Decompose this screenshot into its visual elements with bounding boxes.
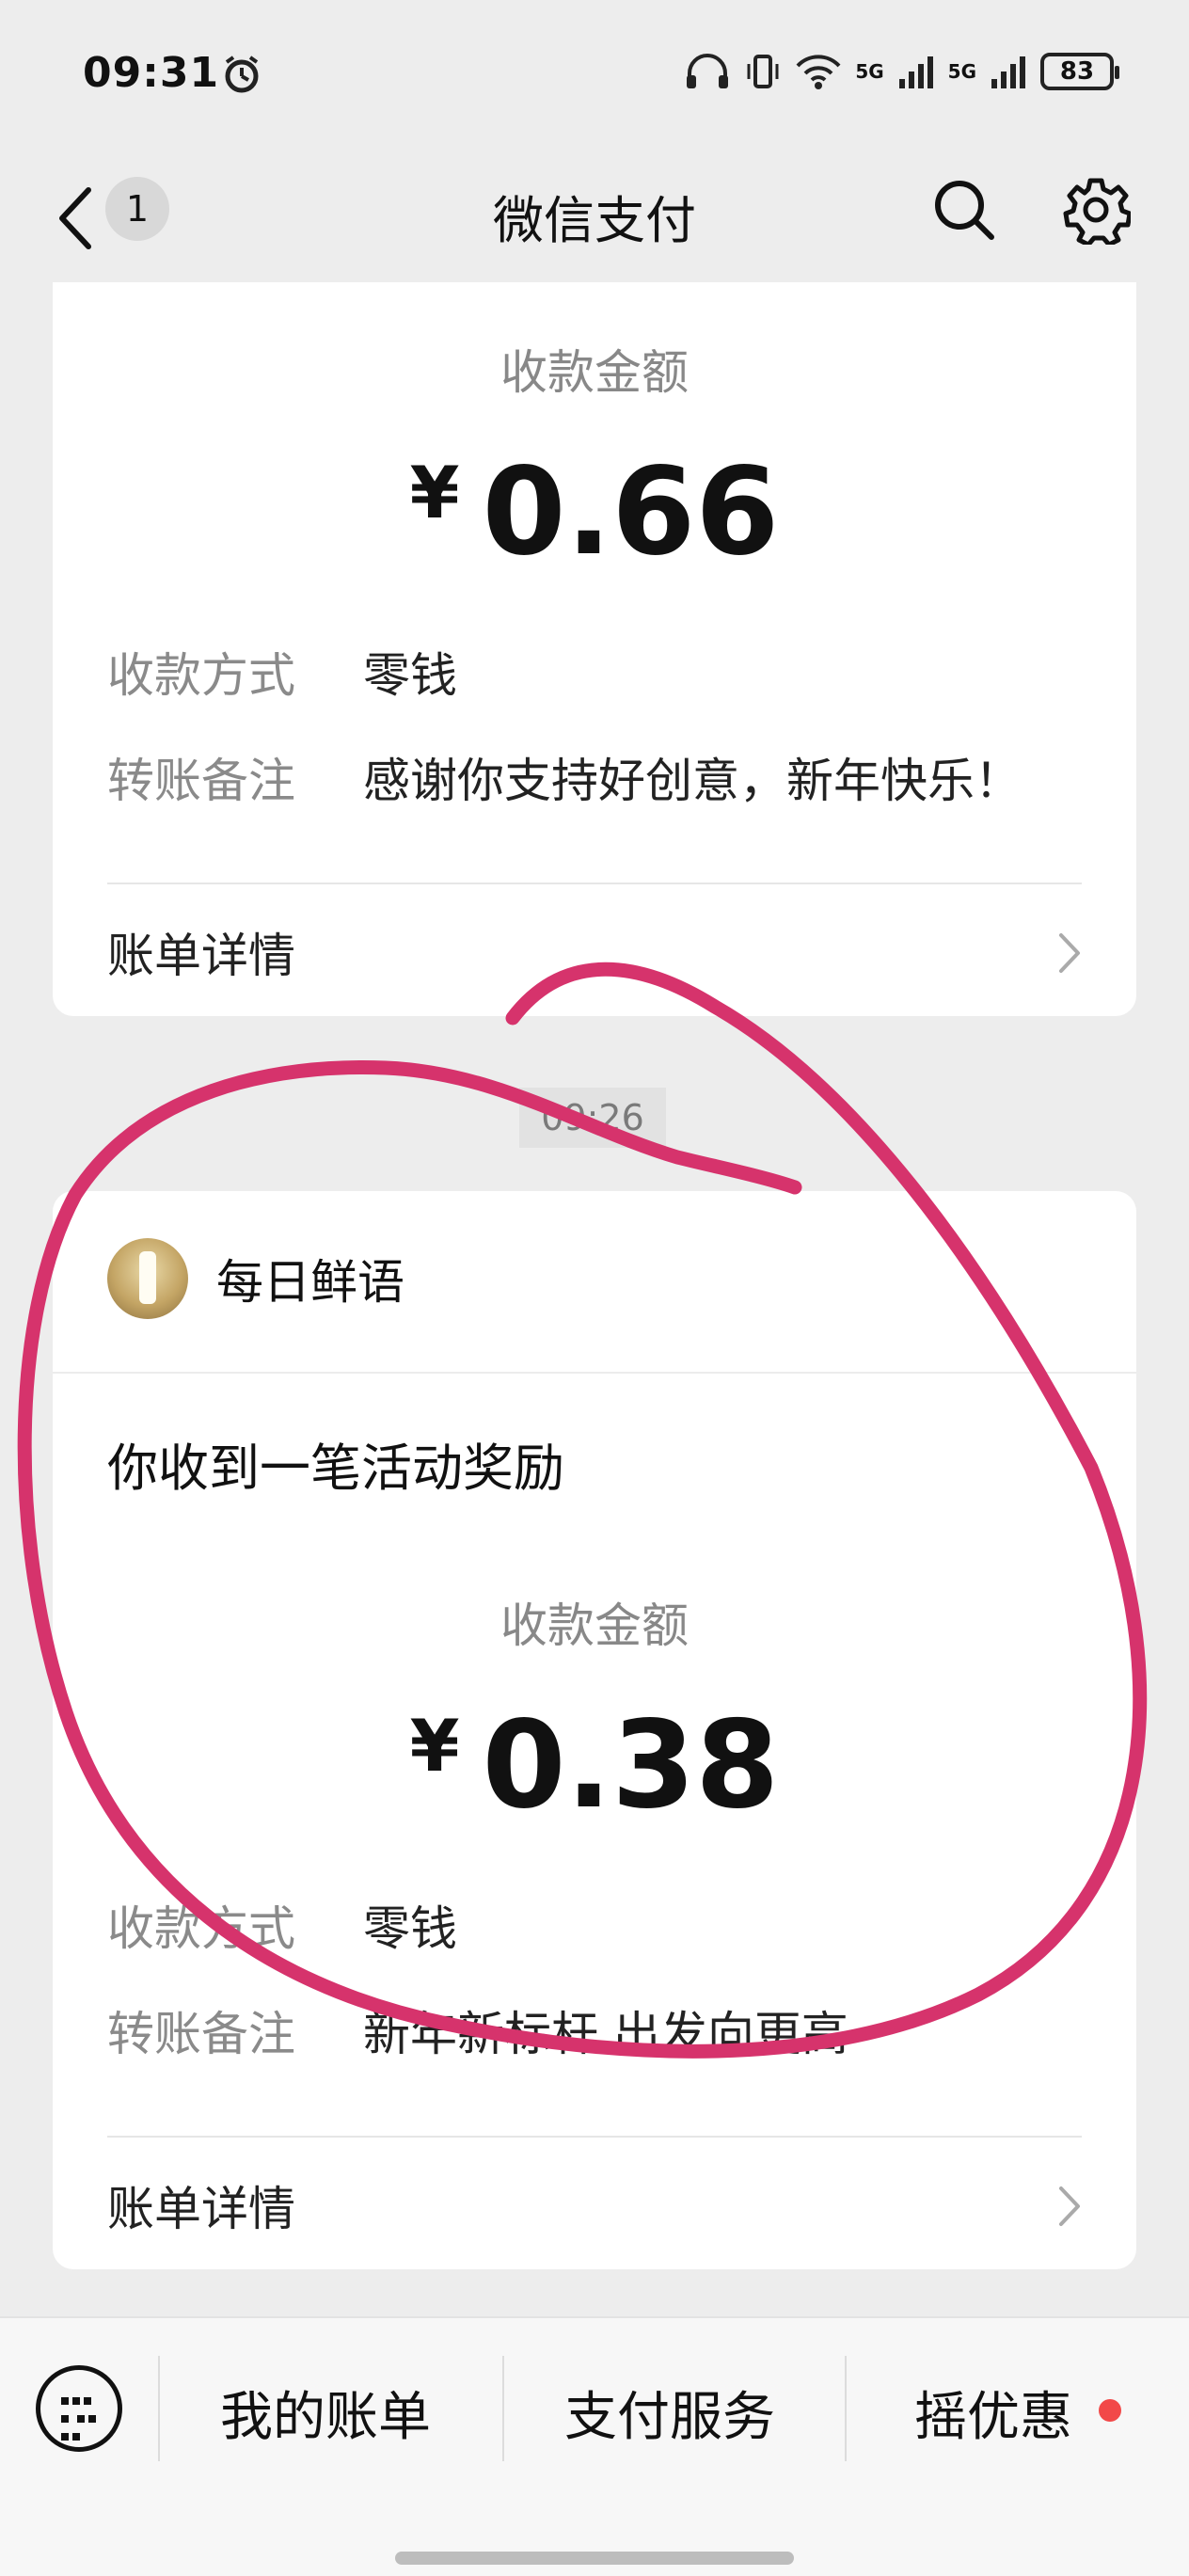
wifi-icon [796, 55, 841, 89]
status-bar: 09:31 5G 5G 83 [0, 0, 1189, 151]
signal-label-1: 5G [855, 60, 884, 83]
keyboard-toggle-icon[interactable] [36, 2365, 122, 2452]
amount-number: 0.38 [482, 1695, 780, 1836]
home-indicator[interactable] [395, 2552, 794, 2565]
payment-method-label: 收款方式 [107, 1901, 295, 1956]
headphones-icon [687, 54, 729, 88]
payment-card-2: 每日鲜语 你收到一笔活动奖励 收款金额 ¥0.38 收款方式 零钱 转账备注 新… [53, 1191, 1136, 2269]
divider [107, 883, 1082, 884]
bill-detail-link[interactable]: 账单详情 [107, 918, 295, 986]
gear-icon[interactable] [1061, 175, 1131, 245]
chevron-right-icon[interactable] [1055, 2183, 1084, 2230]
transfer-note-label: 转账备注 [107, 754, 295, 808]
amount-number: 0.66 [482, 442, 780, 582]
menu-shake-offers[interactable]: 摇优惠 [914, 2375, 1072, 2451]
payment-method-value: 零钱 [363, 1901, 457, 1956]
divider [158, 2356, 160, 2461]
alarm-icon [225, 56, 259, 93]
divider [107, 2136, 1082, 2138]
divider [845, 2356, 847, 2461]
payment-method-value: 零钱 [363, 648, 457, 703]
transfer-note-value: 新年新标杆 出发向更高 [363, 2007, 848, 2061]
notification-dot [1099, 2399, 1121, 2422]
sender-header[interactable]: 每日鲜语 [107, 1238, 404, 1319]
page-title: 微信支付 [493, 191, 696, 250]
bill-detail-link[interactable]: 账单详情 [107, 2171, 295, 2239]
signal-label-2: 5G [947, 60, 976, 83]
amount-label: 收款金额 [500, 1598, 689, 1653]
signal-bars-icon [898, 56, 933, 88]
payment-card-1: 收款金额 ¥0.66 收款方式 零钱 转账备注 感谢你支持好创意，新年快乐！ 账… [53, 282, 1136, 1016]
menu-my-bills[interactable]: 我的账单 [220, 2375, 431, 2451]
notification-title: 你收到一笔活动奖励 [107, 1439, 564, 1498]
system-icons: 5G 5G 83 [684, 53, 1119, 90]
menu-payment-services[interactable]: 支付服务 [564, 2375, 775, 2451]
transfer-note-label: 转账备注 [107, 2007, 295, 2061]
currency-symbol: ¥ [409, 1704, 460, 1788]
battery-indicator: 83 [1040, 53, 1119, 90]
status-time: 09:31 [83, 49, 220, 97]
divider [53, 1372, 1136, 1374]
currency-symbol: ¥ [409, 451, 460, 534]
bottom-menu-bar: 我的账单 支付服务 摇优惠 [0, 2316, 1189, 2576]
search-icon[interactable] [931, 177, 997, 243]
amount-value: ¥0.66 [53, 442, 1136, 582]
amount-label: 收款金额 [500, 345, 689, 400]
transfer-note-value: 感谢你支持好创意，新年快乐！ [363, 754, 1022, 808]
signal-bars-icon [991, 56, 1025, 88]
divider [502, 2356, 504, 2461]
amount-value: ¥0.38 [53, 1695, 1136, 1836]
vibrate-icon [747, 55, 779, 88]
message-timestamp: 09:26 [519, 1088, 666, 1148]
chevron-right-icon[interactable] [1055, 930, 1084, 977]
sender-name[interactable]: 每日鲜语 [216, 1245, 404, 1312]
sender-avatar[interactable] [107, 1238, 188, 1319]
payment-method-label: 收款方式 [107, 648, 295, 703]
